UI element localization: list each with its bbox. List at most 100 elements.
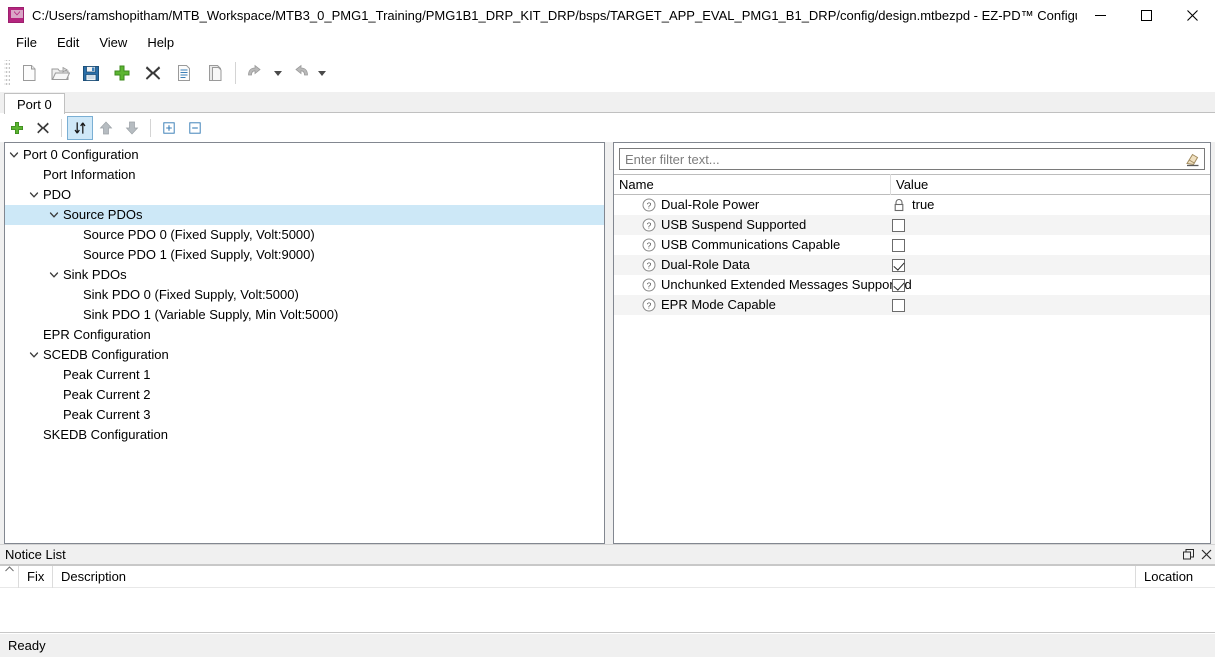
tree-node-label: SCEDB Configuration — [43, 347, 169, 362]
menu-view[interactable]: View — [89, 32, 137, 53]
tree-node[interactable]: SCEDB Configuration — [5, 345, 604, 365]
chevron-down-icon[interactable] — [45, 265, 63, 285]
configuration-tree[interactable]: Port 0 Configuration Port Information PDO S… — [5, 143, 604, 445]
property-value-cell[interactable] — [891, 278, 1210, 292]
collapse-all-button[interactable] — [182, 116, 208, 140]
filter-box[interactable] — [619, 148, 1205, 170]
property-label: EPR Mode Capable — [661, 297, 776, 312]
tree-node[interactable]: Port 0 Configuration — [5, 145, 604, 165]
delete-cross-button[interactable] — [138, 58, 168, 88]
question-icon[interactable]: ? — [642, 198, 656, 212]
tree-node[interactable]: Sink PDO 0 (Fixed Supply, Volt:5000) — [5, 285, 604, 305]
property-checkbox[interactable] — [892, 298, 905, 312]
question-icon[interactable]: ? — [642, 238, 656, 252]
tree-toolbar-separator-2 — [150, 119, 151, 137]
delete-pdo-button[interactable] — [30, 116, 56, 140]
question-icon[interactable]: ? — [642, 218, 656, 232]
tree-node[interactable]: Source PDOs — [5, 205, 604, 225]
chevron-down-icon[interactable] — [25, 185, 43, 205]
column-header-location[interactable]: Location — [1135, 565, 1215, 588]
property-row[interactable]: ? USB Suspend Supported — [614, 215, 1210, 235]
property-row[interactable]: ? Unchunked Extended Messages Supported — [614, 275, 1210, 295]
tree-node[interactable]: SKEDB Configuration — [5, 425, 604, 445]
menu-edit[interactable]: Edit — [47, 32, 89, 53]
toolbar-grip[interactable] — [4, 60, 10, 86]
property-value-cell[interactable] — [891, 258, 1210, 272]
resize-grip-icon[interactable] — [1199, 639, 1213, 653]
close-button[interactable] — [1169, 0, 1215, 31]
paste-clipboard-button[interactable] — [200, 58, 230, 88]
configuration-tree-panel: Port 0 Configuration Port Information PDO S… — [4, 142, 605, 544]
properties-row-list[interactable]: ? Dual-Role Power true? USB Suspend Support… — [614, 195, 1210, 543]
property-checkbox[interactable] — [892, 258, 905, 272]
tree-node[interactable]: Peak Current 2 — [5, 385, 604, 405]
tree-node[interactable]: Source PDO 0 (Fixed Supply, Volt:5000) — [5, 225, 604, 245]
tree-twisty-empty — [45, 365, 63, 385]
property-checkbox[interactable] — [892, 238, 905, 252]
tab-port-0[interactable]: Port 0 — [4, 93, 65, 114]
property-label: Unchunked Extended Messages Supported — [661, 277, 912, 292]
tree-twisty-empty — [25, 325, 43, 345]
tree-node[interactable]: Sink PDO 1 (Variable Supply, Min Volt:50… — [5, 305, 604, 325]
open-folder-button[interactable] — [45, 58, 75, 88]
property-value-cell[interactable] — [891, 218, 1210, 232]
tree-node[interactable]: Port Information — [5, 165, 604, 185]
tree-toolbar-separator — [61, 119, 62, 137]
chevron-down-icon[interactable] — [25, 345, 43, 365]
tree-node[interactable]: EPR Configuration — [5, 325, 604, 345]
question-icon[interactable]: ? — [642, 298, 656, 312]
menu-file[interactable]: File — [6, 32, 47, 53]
tree-node[interactable]: Peak Current 3 — [5, 405, 604, 425]
tree-node[interactable]: Sink PDOs — [5, 265, 604, 285]
property-value-cell[interactable] — [891, 238, 1210, 252]
notice-list-panel: Notice List Fix Description Location — [0, 544, 1215, 633]
undo-dropdown-chevron-down-icon[interactable] — [272, 58, 284, 88]
save-floppy-button[interactable] — [76, 58, 106, 88]
property-row[interactable]: ? Dual-Role Data — [614, 255, 1210, 275]
property-checkbox[interactable] — [892, 278, 905, 292]
chevron-up-icon[interactable] — [0, 565, 19, 588]
tree-node[interactable]: Source PDO 1 (Fixed Supply, Volt:9000) — [5, 245, 604, 265]
column-header-fix[interactable]: Fix — [19, 565, 53, 588]
property-value-cell[interactable] — [891, 298, 1210, 312]
question-icon[interactable]: ? — [642, 278, 656, 292]
svg-text:?: ? — [647, 280, 652, 290]
redo-arrow-button[interactable] — [285, 58, 315, 88]
column-header-name[interactable]: Name — [614, 174, 891, 195]
notice-close-button[interactable] — [1197, 546, 1215, 564]
notice-restore-button[interactable] — [1179, 546, 1197, 564]
tree-twisty-empty — [25, 165, 43, 185]
property-row[interactable]: ? EPR Mode Capable — [614, 295, 1210, 315]
column-header-description[interactable]: Description — [53, 566, 1135, 588]
chevron-down-icon[interactable] — [45, 205, 63, 225]
add-pdo-button[interactable] — [4, 116, 30, 140]
sort-toggle-button[interactable] — [67, 116, 93, 140]
copy-document-button[interactable] — [169, 58, 199, 88]
tree-node-label: Sink PDOs — [63, 267, 127, 282]
chevron-down-icon[interactable] — [5, 145, 23, 165]
eraser-icon[interactable] — [1182, 149, 1204, 169]
minimize-button[interactable] — [1077, 0, 1123, 31]
move-up-button[interactable] — [93, 116, 119, 140]
undo-arrow-button[interactable] — [241, 58, 271, 88]
properties-table: Name Value ? Dual-Role Power true? USB Susp… — [614, 174, 1210, 543]
tree-node[interactable]: Peak Current 1 — [5, 365, 604, 385]
status-text: Ready — [8, 638, 46, 653]
property-checkbox[interactable] — [892, 218, 905, 232]
property-row[interactable]: ? USB Communications Capable — [614, 235, 1210, 255]
expand-all-button[interactable] — [156, 116, 182, 140]
property-row[interactable]: ? Dual-Role Power true — [614, 195, 1210, 215]
new-file-button[interactable] — [14, 58, 44, 88]
move-down-button[interactable] — [119, 116, 145, 140]
lock-icon — [892, 198, 906, 212]
property-value-cell[interactable]: true — [891, 195, 1210, 215]
column-header-value[interactable]: Value — [891, 174, 1210, 195]
property-name-cell: ? Dual-Role Power — [614, 195, 891, 215]
maximize-button[interactable] — [1123, 0, 1169, 31]
redo-dropdown-chevron-down-icon[interactable] — [316, 58, 328, 88]
question-icon[interactable]: ? — [642, 258, 656, 272]
menu-help[interactable]: Help — [137, 32, 184, 53]
add-plus-button[interactable] — [107, 58, 137, 88]
filter-input[interactable] — [620, 149, 1182, 169]
tree-node[interactable]: PDO — [5, 185, 604, 205]
